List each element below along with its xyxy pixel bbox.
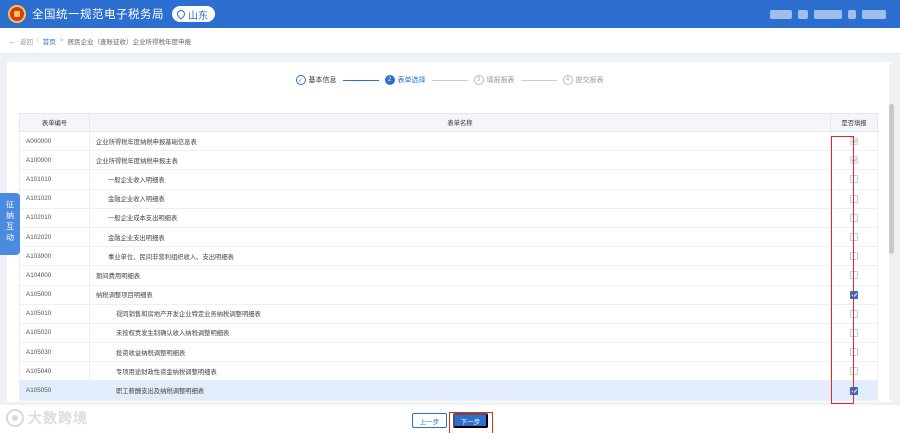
form-name: 事业单位、民间非营利组织收入、支出明细表	[89, 246, 831, 267]
form-name: 投资收益纳税调整明细表	[89, 342, 831, 363]
step-connector	[520, 79, 557, 81]
form-code: A105030	[19, 342, 90, 363]
table-row: A103000 事业单位、民间非营利组织收入、支出明细表	[19, 246, 878, 267]
scrollbar-thumb[interactable]	[889, 104, 894, 254]
annotation-highlight-box	[831, 136, 854, 404]
table-body: A000000 企业所得税年度纳税申报基础信息表 A100000 企业所得税年度纳税申…	[19, 131, 878, 401]
table-row: A105000 纳税调整项目明细表	[19, 285, 878, 305]
step-number: 4	[562, 75, 573, 85]
table-row: A102020 金融企业支出明细表	[19, 227, 878, 248]
side-tab-char: 征	[6, 200, 14, 209]
breadcrumb-current: 居民企业（查账征收）企业所得税年度申报	[67, 38, 192, 46]
region-label: 山东	[188, 10, 208, 22]
table-row: A105040 专项用途财政性资金纳税调整明细表	[19, 361, 878, 382]
form-name: 期间费用明细表	[89, 265, 831, 286]
annotation-button-box	[449, 412, 493, 433]
user-info-blurred-2	[798, 9, 808, 19]
breadcrumb-home-link[interactable]: 首页	[43, 36, 56, 46]
back-link[interactable]: 返回	[20, 36, 33, 46]
user-info-blurred-3	[814, 9, 842, 19]
form-code: A105020	[19, 323, 90, 344]
table-header-row: 表单编号 表单名称 是否填报	[19, 113, 878, 132]
side-tab-char: 动	[6, 233, 14, 242]
form-code: A100000	[19, 150, 90, 171]
step-check-icon: ✓	[295, 75, 306, 85]
step-label: 基本信息	[308, 77, 337, 84]
watermark: 大数跨境	[6, 408, 88, 428]
table-row: A104000 期间费用明细表	[19, 265, 878, 286]
tax-emblem-icon	[8, 5, 26, 23]
main-panel: ✓ 基本信息 2 表单选择 3 填报报表 4 提交报表 表单编号 表单名称 是否…	[7, 62, 892, 402]
step-label: 提交报表	[575, 77, 604, 84]
step-basic-info: ✓ 基本信息	[295, 75, 337, 85]
location-pin-icon	[175, 8, 187, 20]
table-row: A105010 视同销售和房地产开发企业特定业务纳税调整明细表	[19, 304, 878, 324]
breadcrumb-separator: >	[59, 37, 64, 44]
breadcrumb: ← 返回 | 首页 > 居民企业（查账征收）企业所得税年度申报	[0, 28, 900, 54]
vertical-scrollbar[interactable]	[889, 64, 894, 400]
form-code: A103000	[19, 246, 90, 267]
previous-step-button[interactable]: 上一步	[412, 413, 447, 428]
interaction-side-tab[interactable]: 征 纳 互 动	[0, 193, 20, 255]
table-row: A101010 一般企业收入明细表	[19, 169, 878, 190]
form-name: 专项用途财政性资金纳税调整明细表	[89, 361, 831, 382]
breadcrumb-divider: |	[37, 37, 39, 44]
form-name: 企业所得税年度纳税申报主表	[89, 150, 831, 171]
table-row: A102010 一般企业成本支出明细表	[19, 208, 878, 228]
form-code: A101010	[19, 169, 90, 190]
form-code: A105010	[19, 304, 90, 324]
step-number: 2	[384, 75, 395, 85]
user-info-blurred	[770, 9, 792, 19]
site-title: 全国统一规范电子税务局	[32, 9, 164, 21]
table-row: A101020 金融企业收入明细表	[19, 189, 878, 209]
form-name: 企业所得税年度纳税申报基础信息表	[89, 131, 831, 152]
form-code: A105000	[19, 285, 90, 305]
step-connector	[342, 79, 379, 81]
step-label: 表单选择	[397, 77, 426, 84]
step-fill-forms: 3 填报报表	[473, 75, 515, 85]
form-name: 职工薪酬支出及纳税调整明细表	[89, 380, 831, 401]
table-row: A000000 企业所得税年度纳税申报基础信息表	[19, 131, 878, 152]
form-code: A104000	[19, 265, 90, 286]
form-code: A101020	[19, 189, 90, 209]
form-selection-table: 表单编号 表单名称 是否填报 A000000 企业所得税年度纳税申报基础信息表 A1…	[19, 113, 878, 401]
form-name: 视同销售和房地产开发企业特定业务纳税调整明细表	[89, 304, 831, 324]
table-row: A100000 企业所得税年度纳税申报主表	[19, 150, 878, 171]
step-indicator: ✓ 基本信息 2 表单选择 3 填报报表 4 提交报表	[7, 71, 892, 89]
step-number: 3	[473, 75, 484, 85]
side-tab-char: 纳	[6, 211, 14, 220]
step-label: 填报报表	[486, 77, 515, 84]
watermark-text: 大数跨境	[28, 410, 88, 426]
form-name: 金融企业收入明细表	[89, 189, 831, 209]
form-name: 一般企业收入明细表	[89, 169, 831, 190]
form-code: A000000	[19, 131, 90, 152]
user-info-blurred-5	[862, 9, 886, 19]
form-code: A105040	[19, 361, 90, 382]
column-header-code: 表单编号	[19, 113, 90, 132]
table-row: A105020 未按权责发生制确认收入纳税调整明细表	[19, 323, 878, 344]
column-header-fill: 是否填报	[830, 113, 878, 132]
form-name: 纳税调整项目明细表	[89, 285, 831, 305]
form-name: 一般企业成本支出明细表	[89, 208, 831, 228]
form-code: A102020	[19, 227, 90, 248]
step-submit-forms: 4 提交报表	[562, 75, 604, 85]
watermark-logo-icon	[6, 409, 24, 427]
region-selector[interactable]: 山东	[172, 6, 215, 22]
back-arrow-icon[interactable]: ←	[8, 36, 17, 46]
table-row: A105030 投资收益纳税调整明细表	[19, 342, 878, 363]
form-name: 金融企业支出明细表	[89, 227, 831, 248]
form-code: A105050	[19, 380, 90, 401]
form-name: 未按权责发生制确认收入纳税调整明细表	[89, 323, 831, 344]
top-header: 全国统一规范电子税务局 山东	[0, 0, 900, 28]
header-user-area[interactable]	[770, 9, 886, 19]
step-connector	[431, 79, 468, 81]
side-tab-char: 互	[6, 222, 14, 231]
column-header-name: 表单名称	[89, 113, 831, 132]
table-row: A105050 职工薪酬支出及纳税调整明细表	[19, 380, 878, 401]
step-form-selection: 2 表单选择	[384, 75, 426, 85]
user-info-blurred-4	[848, 9, 856, 19]
form-code: A102010	[19, 208, 90, 228]
